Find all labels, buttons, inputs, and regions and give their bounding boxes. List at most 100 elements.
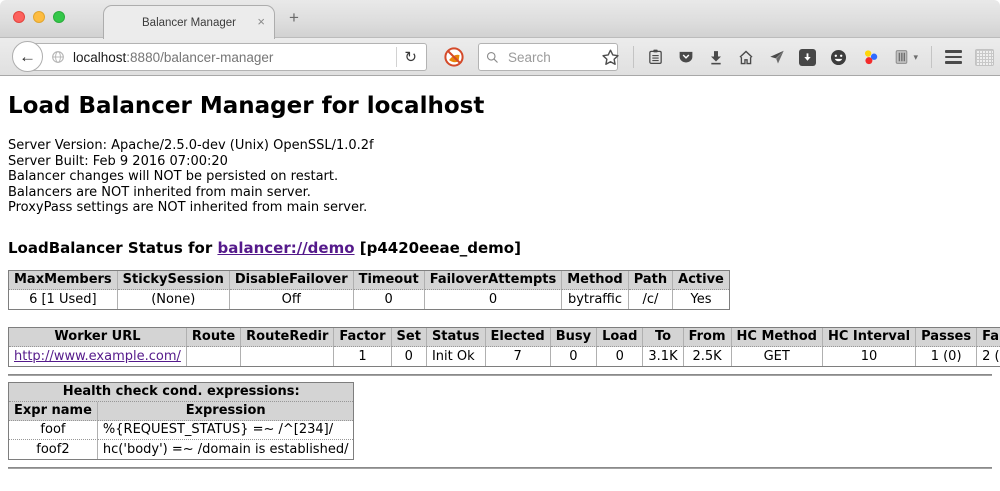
zoom-window-button[interactable] (53, 11, 65, 23)
url-bar[interactable]: localhost:8880/balancer-manager ↻ (27, 43, 427, 71)
search-icon (485, 50, 500, 65)
home-icon[interactable] (737, 49, 755, 66)
download-extension-icon[interactable] (799, 49, 816, 66)
table-header-row: MaxMembers StickySession DisableFailover… (9, 271, 729, 290)
server-built-line: Server Built: Feb 9 2016 07:00:20 (8, 154, 992, 170)
col-header: Factor (334, 328, 391, 347)
col-header: HC Method (732, 328, 823, 347)
traffic-lights (13, 11, 65, 23)
table-header-row: Expr name Expression (9, 402, 353, 421)
server-info: Server Version: Apache/2.5.0-dev (Unix) … (8, 138, 992, 216)
cell-stickysession: (None) (118, 290, 230, 309)
health-check-table: Health check cond. expressions: Expr nam… (8, 382, 354, 460)
table-row: foof2 hc('body') =~ /domain is establish… (9, 440, 353, 459)
col-header: RouteRedir (241, 328, 334, 347)
inherit-note-line: Balancers are NOT inherited from main se… (8, 185, 992, 201)
cell-hc-method: GET (732, 347, 823, 366)
col-header: To (643, 328, 683, 347)
table-row: 6 [1 Used] (None) Off 0 0 bytraffic /c/ … (9, 290, 729, 309)
navigation-toolbar: ← localhost:8880/balancer-manager ↻ (0, 38, 1000, 76)
col-header: Timeout (354, 271, 425, 290)
menu-hamburger-icon[interactable] (945, 50, 962, 64)
globe-icon (50, 49, 66, 65)
cell-to: 3.1K (643, 347, 683, 366)
reading-list-icon[interactable] (647, 48, 664, 66)
cell-expr-name: foof2 (9, 440, 98, 459)
server-version-line: Server Version: Apache/2.5.0-dev (Unix) … (8, 138, 992, 154)
cell-factor: 1 (334, 347, 391, 366)
col-header: Active (673, 271, 729, 290)
cell-hc-interval: 10 (823, 347, 916, 366)
cell-route (187, 347, 241, 366)
cell-expression: %{REQUEST_STATUS} =~ /^[234]/ (98, 421, 354, 440)
tab-balancer-manager[interactable]: Balancer Manager × (103, 5, 275, 39)
titlebar: Balancer Manager × + (0, 0, 1000, 38)
col-header: Expression (98, 402, 354, 421)
col-header: Path (629, 271, 673, 290)
col-header: Busy (551, 328, 597, 347)
url-text[interactable]: localhost:8880/balancer-manager (73, 50, 392, 65)
cell-timeout: 0 (354, 290, 425, 309)
tab-groups-grid-icon[interactable] (975, 49, 994, 66)
col-header: Status (427, 328, 486, 347)
colored-dots-extension-icon[interactable] (861, 48, 880, 67)
col-header: Passes (916, 328, 977, 347)
col-header: Fails (977, 328, 1000, 347)
browser-window: Balancer Manager × + ← localhost:8880/ba… (0, 0, 1000, 491)
status-heading-prefix: LoadBalancer Status for (8, 239, 217, 257)
search-input[interactable] (506, 49, 611, 66)
col-header: MaxMembers (9, 271, 118, 290)
cell-active: Yes (673, 290, 729, 309)
toolbar-icons: ▾ (601, 38, 994, 76)
cell-method: bytraffic (562, 290, 628, 309)
feedback-smiley-icon[interactable] (829, 48, 848, 67)
containers-control[interactable]: ▾ (893, 48, 918, 66)
health-table-title: Health check cond. expressions: (9, 383, 353, 402)
loadbalancer-status-heading: LoadBalancer Status for balancer://demo … (8, 239, 992, 257)
col-header: FailoverAttempts (425, 271, 563, 290)
divider (8, 467, 992, 469)
new-tab-button[interactable]: + (289, 8, 299, 28)
cell-worker-url: http://www.example.com/ (9, 347, 187, 366)
toolbar-separator (931, 46, 932, 68)
minimize-window-button[interactable] (33, 11, 45, 23)
col-header: Load (597, 328, 643, 347)
cell-maxmembers: 6 [1 Used] (9, 290, 118, 309)
search-bar[interactable] (478, 43, 618, 71)
proxypass-note-line: ProxyPass settings are NOT inherited fro… (8, 200, 992, 216)
col-header: From (684, 328, 732, 347)
table-row: http://www.example.com/ 1 0 Init Ok 7 0 … (9, 347, 1000, 366)
cell-set: 0 (392, 347, 427, 366)
url-path: :8880/balancer-manager (126, 50, 273, 65)
container-icon (893, 48, 910, 66)
downloads-icon[interactable] (708, 49, 724, 66)
page-content: Load Balancer Manager for localhost Serv… (0, 76, 1000, 491)
send-tab-icon[interactable] (768, 49, 786, 66)
tab-title: Balancer Manager (142, 17, 236, 29)
bookmark-star-icon[interactable] (601, 48, 620, 67)
cell-status: Init Ok (427, 347, 486, 366)
toolbar-separator (633, 46, 634, 68)
cell-passes: 1 (0) (916, 347, 977, 366)
col-header: Route (187, 328, 241, 347)
worker-table: Worker URL Route RouteRedir Factor Set S… (8, 327, 1000, 367)
status-heading-suffix: [p4420eeae_demo] (355, 239, 521, 257)
pocket-icon[interactable] (677, 49, 695, 66)
cell-fails: 2 (0) (977, 347, 1000, 366)
cell-load: 0 (597, 347, 643, 366)
back-button[interactable]: ← (12, 41, 43, 72)
col-header: Worker URL (9, 328, 187, 347)
close-window-button[interactable] (13, 11, 25, 23)
tab-close-icon[interactable]: × (257, 15, 265, 28)
balancer-demo-link[interactable]: balancer://demo (217, 239, 354, 257)
cell-expr-name: foof (9, 421, 98, 440)
worker-url-link[interactable]: http://www.example.com/ (14, 349, 181, 364)
balancer-params-table: MaxMembers StickySession DisableFailover… (8, 270, 730, 310)
cell-path: /c/ (629, 290, 673, 309)
persist-note-line: Balancer changes will NOT be persisted o… (8, 169, 992, 185)
plugin-blocked-icon[interactable] (443, 46, 465, 68)
cell-expression: hc('body') =~ /domain is established/ (98, 440, 354, 459)
reload-button[interactable]: ↻ (404, 48, 426, 66)
col-header: DisableFailover (230, 271, 354, 290)
page-title: Load Balancer Manager for localhost (8, 93, 992, 119)
